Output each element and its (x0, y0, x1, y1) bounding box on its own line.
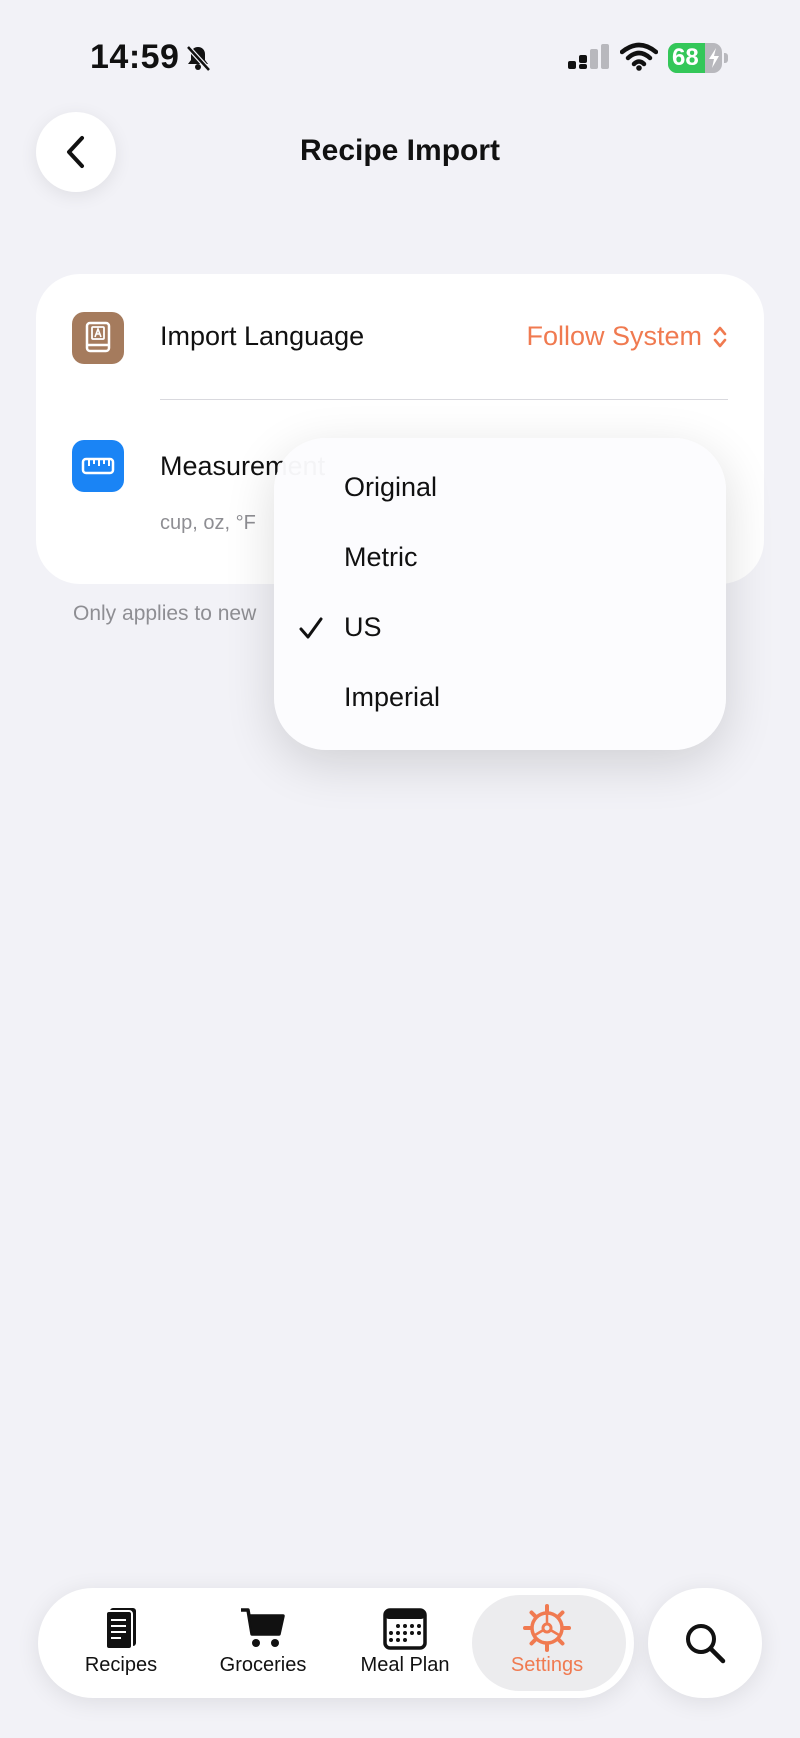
wifi-icon (620, 42, 658, 71)
menu-item-original[interactable]: Original (274, 456, 726, 522)
chevron-up-down-icon (713, 326, 727, 347)
search-icon (686, 1624, 726, 1664)
bell-slash-icon (186, 45, 211, 72)
cart-icon (241, 1608, 285, 1647)
tab-label: Groceries (219, 1654, 307, 1676)
menu-item-metric[interactable]: Metric (274, 526, 726, 592)
calendar-icon (383, 1608, 427, 1650)
row-divider (160, 399, 728, 400)
menu-item-label: Imperial (344, 682, 441, 712)
status-time: 14:59 (90, 38, 180, 76)
footnote: Only applies to new (73, 602, 257, 625)
tab-meal-plan[interactable]: Meal Plan (334, 1588, 476, 1698)
battery-level: 68 (672, 44, 699, 71)
ruler-icon (72, 440, 124, 492)
menu-item-label: Original (344, 472, 438, 502)
gear-icon (523, 1604, 571, 1652)
signal-icon (568, 44, 609, 69)
checkmark-icon (299, 617, 323, 639)
import-language-value: Follow System (526, 321, 702, 351)
tab-settings[interactable]: Settings (472, 1588, 626, 1698)
recipes-icon (105, 1608, 136, 1650)
measurement-dropdown-menu: Original Metric US Imperial (274, 438, 726, 750)
search-button[interactable] (648, 1588, 762, 1698)
status-bar: 14:59 68 (0, 0, 800, 110)
measurement-subtitle: cup, oz, °F (160, 512, 256, 534)
menu-item-us[interactable]: US (274, 596, 726, 662)
tab-label: Recipes (84, 1654, 158, 1676)
charging-bolt-icon (709, 48, 719, 68)
tab-label: Settings (510, 1654, 584, 1676)
menu-item-imperial[interactable]: Imperial (274, 666, 726, 732)
battery-indicator: 68 (668, 43, 728, 73)
import-language-label: Import Language (160, 321, 365, 351)
import-language-picker[interactable]: Follow System (526, 321, 728, 352)
tab-groceries[interactable]: Groceries (192, 1588, 334, 1698)
tab-bar: Recipes Groceries Meal Plan Settings (38, 1588, 634, 1698)
language-book-icon (72, 312, 124, 364)
tab-label: Meal Plan (360, 1654, 450, 1676)
tab-recipes[interactable]: Recipes (50, 1588, 192, 1698)
page-title: Recipe Import (299, 134, 501, 167)
menu-item-label: US (344, 612, 382, 642)
menu-item-label: Metric (344, 542, 418, 572)
